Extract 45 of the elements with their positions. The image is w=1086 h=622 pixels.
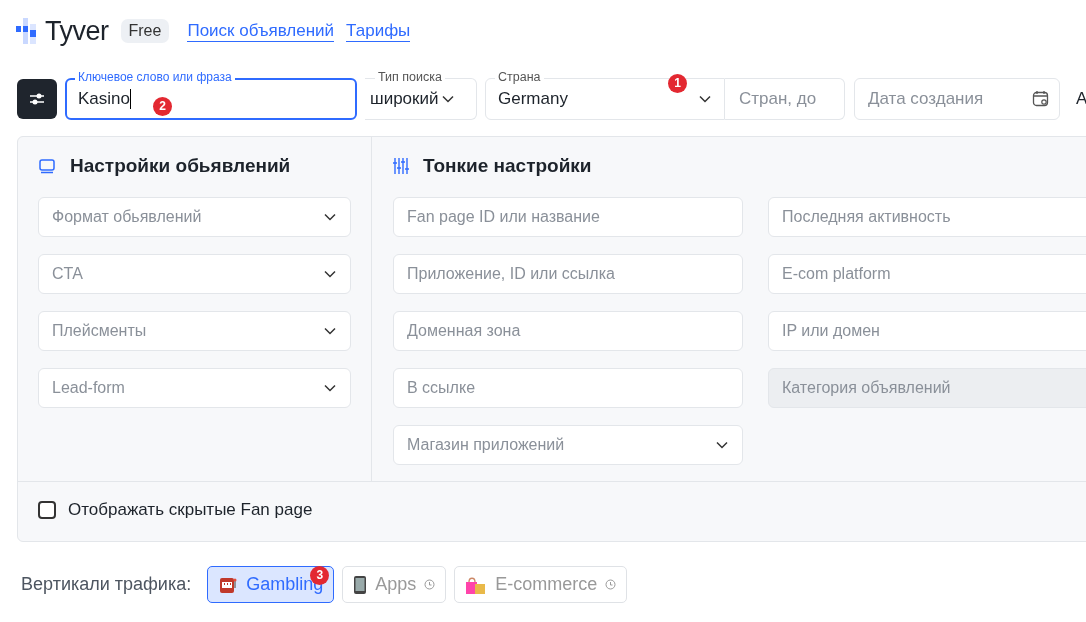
input-field[interactable]: Доменная зона xyxy=(393,311,743,351)
input-field[interactable]: E-com platform xyxy=(768,254,1086,294)
number-marker: 1 xyxy=(668,73,687,93)
input-field[interactable]: Приложение, ID или ссылка xyxy=(393,254,743,294)
hidden-fanpages-checkbox[interactable]: Отображать скрытые Fan page xyxy=(38,500,313,520)
date-field[interactable]: Дата создания xyxy=(854,78,1060,120)
input-field[interactable]: В ссылке xyxy=(393,368,743,408)
clock-icon xyxy=(605,579,617,590)
select-field[interactable]: CTA xyxy=(38,254,351,294)
nav-link[interactable]: Поиск объявлений xyxy=(187,20,335,42)
keyword-field[interactable]: Ключевое слово или фраза Kasino 2 xyxy=(65,70,357,120)
input-field[interactable]: Fan page ID или название xyxy=(393,197,743,237)
sliders-icon xyxy=(28,91,46,107)
select-field[interactable]: Lead-form xyxy=(38,368,351,408)
logo-text: Tyver xyxy=(45,15,109,47)
clock-icon xyxy=(424,579,436,590)
number-marker: 2 xyxy=(153,96,172,116)
phone-icon xyxy=(353,574,368,595)
chevron-down-icon xyxy=(324,384,336,392)
nav-link[interactable]: Тарифы xyxy=(346,20,411,42)
chevron-down-icon xyxy=(324,327,336,335)
verticals-label: Вертикали трафика: xyxy=(21,574,192,595)
section-title: Настройки обьявлений xyxy=(70,155,291,177)
calendar-icon xyxy=(1032,90,1050,108)
filter-button[interactable] xyxy=(17,79,57,119)
plan-badge: Free xyxy=(120,19,170,43)
monitor-icon xyxy=(38,158,56,174)
section-title: Тонкие настройки xyxy=(423,155,592,177)
search-type-select[interactable]: Тип поиска широкий xyxy=(365,70,477,120)
logo-icon xyxy=(16,18,38,44)
chevron-down-icon xyxy=(324,213,336,221)
chevron-down-icon xyxy=(699,95,711,103)
sliders-icon xyxy=(393,157,409,175)
select-field[interactable]: Плейсменты xyxy=(38,311,351,351)
chevron-down-icon xyxy=(324,270,336,278)
input-field[interactable]: Стран, до xyxy=(725,78,845,120)
country-select[interactable]: Страна Germany 1 xyxy=(485,70,725,120)
chevron-down-icon xyxy=(442,95,455,103)
select-field[interactable]: Формат обьявлений xyxy=(38,197,351,237)
input-field[interactable]: IP или домен xyxy=(768,311,1086,351)
field-label: Страна xyxy=(495,70,544,85)
chevron-down-icon xyxy=(716,441,728,449)
select-field[interactable]: Магазин приложений xyxy=(393,425,743,465)
field-label: Ключевое слово или фраза xyxy=(75,70,235,85)
input-field[interactable]: Последняя активность xyxy=(768,197,1086,237)
